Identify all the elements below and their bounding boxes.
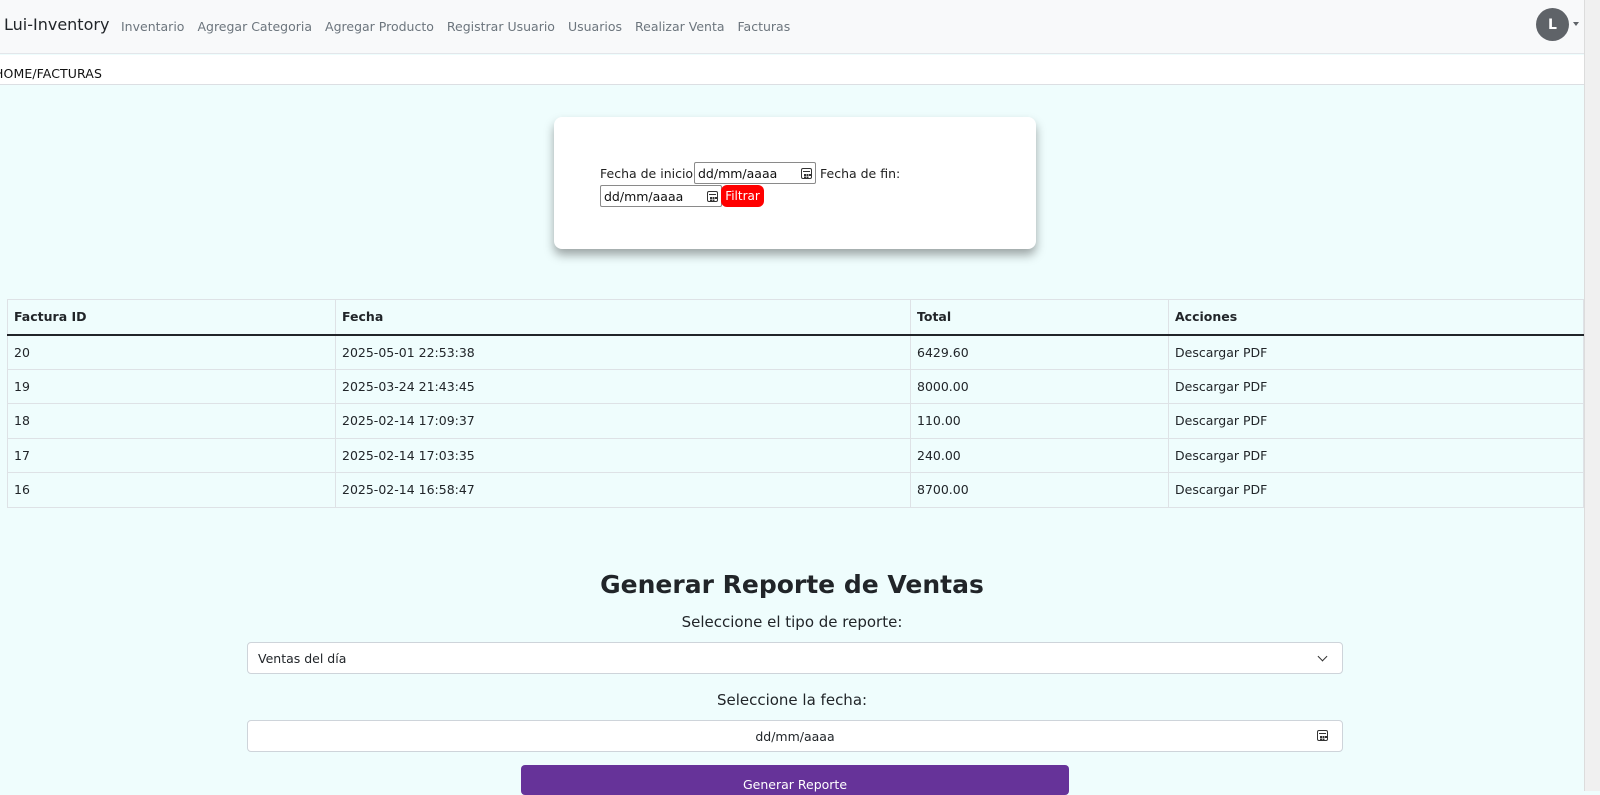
cell-factura-id: 19: [7, 368, 336, 404]
cell-fecha: 2025-05-01 22:53:38: [335, 334, 911, 370]
start-date-placeholder: dd/mm/aaaa: [698, 166, 778, 181]
nav-item-registrar-usuario[interactable]: Registrar Usuario: [447, 19, 555, 34]
cell-factura-id: 20: [7, 334, 336, 370]
breadcrumb: HOME/FACTURAS: [0, 66, 102, 81]
table-row: 16 2025-02-14 16:58:47 8700.00 Descargar…: [7, 472, 1584, 508]
calendar-icon[interactable]: [707, 191, 718, 202]
filter-button[interactable]: Filtrar: [721, 185, 764, 207]
table-row: 19 2025-03-24 21:43:45 8000.00 Descargar…: [7, 368, 1584, 404]
report-type-label: Seleccione el tipo de reporte:: [681, 613, 903, 631]
cell-factura-id: 17: [7, 437, 336, 473]
nav-item-facturas[interactable]: Facturas: [738, 19, 791, 34]
calendar-icon[interactable]: [801, 168, 812, 179]
cell-total: 6429.60: [910, 334, 1169, 370]
report-type-selected-value: Ventas del día: [258, 651, 347, 666]
cell-factura-id: 16: [7, 472, 336, 508]
nav-item-inventario[interactable]: Inventario: [121, 19, 184, 34]
column-header-acciones: Acciones: [1168, 299, 1584, 336]
table-row: 20 2025-05-01 22:53:38 6429.60 Descargar…: [7, 334, 1584, 370]
cell-total: 240.00: [910, 437, 1169, 473]
nav-item-agregar-producto[interactable]: Agregar Producto: [325, 19, 434, 34]
end-date-placeholder: dd/mm/aaaa: [604, 189, 684, 204]
chevron-down-icon[interactable]: [1573, 22, 1579, 26]
cell-total: 8700.00: [910, 472, 1169, 508]
cell-fecha: 2025-02-14 17:03:35: [335, 437, 911, 473]
cell-total: 110.00: [910, 403, 1169, 439]
table-header-row: Factura ID Fecha Total Acciones: [7, 299, 1584, 336]
vertical-scrollbar[interactable]: [1584, 0, 1600, 791]
start-date-input[interactable]: dd/mm/aaaa: [694, 162, 816, 184]
download-pdf-link[interactable]: Descargar PDF: [1168, 472, 1584, 508]
cell-fecha: 2025-03-24 21:43:45: [335, 368, 911, 404]
column-header-total: Total: [910, 299, 1169, 336]
column-header-fecha: Fecha: [335, 299, 911, 336]
report-type-select[interactable]: Ventas del día: [247, 642, 1343, 674]
table-row: 17 2025-02-14 17:03:35 240.00 Descargar …: [7, 437, 1584, 473]
invoices-table: Factura ID Fecha Total Acciones 20 2025-…: [7, 299, 1584, 508]
end-date-input[interactable]: dd/mm/aaaa: [600, 185, 722, 207]
cell-total: 8000.00: [910, 368, 1169, 404]
table-row: 18 2025-02-14 17:09:37 110.00 Descargar …: [7, 403, 1584, 439]
download-pdf-link[interactable]: Descargar PDF: [1168, 334, 1584, 370]
download-pdf-link[interactable]: Descargar PDF: [1168, 437, 1584, 473]
cell-factura-id: 18: [7, 403, 336, 439]
cell-fecha: 2025-02-14 17:09:37: [335, 403, 911, 439]
top-navbar: Lui-Inventory Inventario Agregar Categor…: [0, 0, 1584, 54]
report-title: Generar Reporte de Ventas: [600, 570, 984, 599]
start-date-label: Fecha de inicio:: [600, 166, 698, 181]
download-pdf-link[interactable]: Descargar PDF: [1168, 368, 1584, 404]
user-avatar[interactable]: L: [1536, 8, 1569, 41]
brand-logo[interactable]: Lui-Inventory: [4, 15, 109, 34]
cell-fecha: 2025-02-14 16:58:47: [335, 472, 911, 508]
nav-item-realizar-venta[interactable]: Realizar Venta: [635, 19, 725, 34]
chevron-down-icon: [1317, 651, 1328, 662]
nav-item-usuarios[interactable]: Usuarios: [568, 19, 622, 34]
column-header-factura-id: Factura ID: [7, 299, 336, 336]
nav-links: Inventario Agregar Categoria Agregar Pro…: [121, 19, 803, 34]
end-date-label: Fecha de fin:: [820, 166, 901, 181]
nav-item-agregar-categoria[interactable]: Agregar Categoria: [197, 19, 312, 34]
report-date-placeholder: dd/mm/aaaa: [755, 729, 835, 744]
report-date-label: Seleccione la fecha:: [716, 691, 868, 709]
calendar-icon[interactable]: [1317, 730, 1328, 741]
download-pdf-link[interactable]: Descargar PDF: [1168, 403, 1584, 439]
report-date-input[interactable]: dd/mm/aaaa: [247, 720, 1343, 752]
breadcrumb-bar: HOME/FACTURAS: [0, 55, 1584, 85]
